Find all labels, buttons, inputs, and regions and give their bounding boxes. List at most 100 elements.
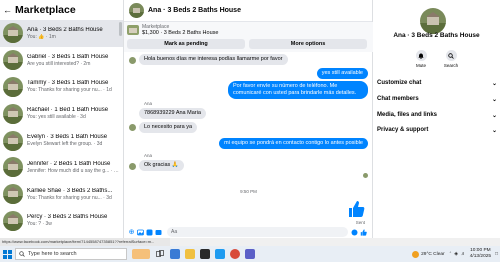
sidebar-title: Marketplace: [15, 4, 76, 16]
thumbs-up-icon: [347, 200, 365, 218]
message-bubble-incoming: Lo necesito para ya: [139, 122, 198, 133]
chevron-down-icon: ⌄: [491, 80, 497, 87]
back-arrow-icon[interactable]: ←: [3, 5, 12, 15]
conversation-snippet: You: Thanks for sharing your nu... · 1d: [27, 87, 112, 94]
conversation-snippet: You: yes still available · 3d: [27, 114, 86, 121]
section-label: Customize chat: [377, 80, 422, 86]
conversation-text: Tammy · 3 Beds 1 Bath House You: Thanks f…: [27, 80, 119, 93]
status-url: https://www.facebook.com/marketplace/ite…: [0, 238, 170, 246]
search-icon: [445, 50, 457, 61]
conversation-list: Ana · 3 Beds 2 Baths House You: 👍 · 1m Gab…: [0, 20, 123, 261]
conversation-snippet: Evelyn Stewart left the group. · 3d: [27, 141, 103, 148]
conversation-sidebar: ← Marketplace Ana · 3 Beds 2 Baths House…: [0, 0, 124, 258]
conversation-avatar: [3, 103, 23, 124]
listing-thumbnail[interactable]: [127, 25, 139, 35]
plus-circle-icon[interactable]: ⊕: [128, 229, 135, 236]
chrome-icon[interactable]: [230, 249, 240, 259]
conversation-item[interactable]: Gabriel · 3 Beds 1 Bath House Are you sti…: [0, 47, 123, 74]
section-customize-chat[interactable]: Customize chat ⌄: [377, 77, 497, 89]
weather-text[interactable]: 29°C Clear: [421, 252, 445, 257]
conversation-item[interactable]: Karliee Shae · 3 Beds 2 Baths... You: Tha…: [0, 181, 123, 208]
windows-start-icon[interactable]: [0, 247, 14, 261]
taskbar-search-input[interactable]: Type here to search: [15, 248, 127, 260]
conversation-item[interactable]: Tammy · 3 Beds 1 Bath House You: Thanks f…: [0, 74, 123, 101]
seen-label: Sent: [355, 220, 365, 225]
section-privacy-support[interactable]: Privacy & support ⌄: [377, 124, 497, 136]
mute-button[interactable]: Mute: [409, 50, 433, 68]
message-input[interactable]: Aa: [167, 227, 348, 237]
sticker-icon[interactable]: [146, 229, 153, 236]
contact-name: Ana · 3 Beds 2 Baths House: [393, 32, 480, 39]
edge-icon[interactable]: [170, 249, 180, 259]
search-in-chat-button[interactable]: Search: [439, 50, 463, 68]
conversation-item[interactable]: Percy · 3 Beds 2 Baths House You: ? · 3w: [0, 208, 123, 235]
volume-icon[interactable]: ♬: [461, 252, 466, 257]
conversation-avatar: [3, 50, 23, 71]
conversation-text: Rachael · 1 Bed 1 Bath House You: yes sti…: [27, 107, 119, 120]
conversation-item[interactable]: Jennifer · 2 Beds 1 Bath House Jennifer: …: [0, 154, 123, 181]
message-list: Hola buenos días me interesa podías llam…: [124, 54, 373, 225]
conversation-item[interactable]: Rachael · 1 Bed 1 Bath House You: yes sti…: [0, 100, 123, 127]
section-label: Media, files and links: [377, 112, 438, 118]
teams-icon[interactable]: [245, 249, 255, 259]
more-options-button[interactable]: More options: [249, 39, 367, 49]
conversation-avatar: [3, 130, 23, 151]
bread-news-icon[interactable]: [132, 249, 150, 259]
section-label: Privacy & support: [377, 127, 429, 133]
like-button-icon[interactable]: [360, 228, 367, 236]
sidebar-scrollbar[interactable]: [119, 22, 122, 36]
contact-avatar[interactable]: [420, 8, 446, 34]
notification-icon[interactable]: □: [495, 252, 498, 257]
windows-taskbar: Type here to search 29°C Clear ˆ ◈ ♬ 10:…: [0, 246, 500, 262]
composer-bar: ⊕ Aa: [124, 226, 373, 238]
message-bubble-incoming: 7868939229 Ana Maria: [139, 108, 206, 119]
conversation-item[interactable]: Evelyn · 3 Beds 1 Bath House Evelyn Stewa…: [0, 127, 123, 154]
seen-indicator-avatar: [363, 173, 368, 178]
mail-icon[interactable]: [215, 249, 225, 259]
taskbar-search-placeholder: Type here to search: [28, 251, 77, 257]
listing-price: $1,300 · 3 Beds 2 Baths House: [142, 30, 219, 36]
gif-icon[interactable]: [155, 229, 162, 236]
section-chat-members[interactable]: Chat members ⌄: [377, 93, 497, 105]
conversation-avatar: [3, 76, 23, 97]
section-media-files-links[interactable]: Media, files and links ⌄: [377, 109, 497, 121]
store-icon[interactable]: [200, 249, 210, 259]
message-bubble-outgoing: Por favor envíe su número de teléfono. M…: [228, 81, 368, 99]
message-bubble-outgoing: yes still available: [316, 68, 368, 79]
taskbar-clock[interactable]: 10:00 PM 4/13/2025: [470, 248, 491, 260]
conversation-snippet: Jennifer: How much did u say the g... · …: [27, 167, 119, 174]
conversation-avatar: [3, 23, 23, 44]
chevron-down-icon: ⌄: [491, 127, 497, 134]
conversation-snippet: Are you still interested? · 2m: [27, 60, 91, 67]
conversation-avatar: [3, 157, 23, 178]
chat-info-panel: Ana · 3 Beds 2 Baths House Mute Search C…: [373, 0, 500, 238]
network-icon[interactable]: ◈: [454, 252, 458, 257]
file-explorer-icon[interactable]: [185, 249, 195, 259]
conversation-name: Karliee Shae · 3 Beds 2 Baths...: [27, 187, 113, 194]
conversation-text: Evelyn · 3 Beds 1 Bath House Evelyn Stewa…: [27, 134, 119, 147]
search-icon: [19, 251, 25, 257]
weather-sun-icon: [412, 250, 420, 258]
conversation-name: Rachael · 1 Bed 1 Bath House: [27, 107, 109, 114]
sender-name: Ana: [144, 101, 153, 106]
mark-pending-button[interactable]: Mark as pending: [127, 39, 245, 49]
conversation-name: Gabriel · 3 Beds 1 Bath House: [27, 53, 109, 60]
sender-avatar: [129, 124, 136, 131]
chat-title[interactable]: Ana · 3 Beds 2 Baths House: [148, 7, 241, 14]
chat-avatar[interactable]: [129, 3, 144, 18]
search-label: Search: [443, 63, 459, 68]
conversation-text: Percy · 3 Beds 2 Baths House You: ? · 3w: [27, 214, 119, 227]
conversation-item[interactable]: Ana · 3 Beds 2 Baths House You: 👍 · 1m: [0, 20, 123, 47]
image-icon[interactable]: [137, 229, 144, 236]
bell-icon: [415, 50, 427, 61]
conversation-text: Karliee Shae · 3 Beds 2 Baths... You: Tha…: [27, 188, 119, 201]
chevron-up-icon[interactable]: ˆ: [450, 252, 452, 257]
sender-name: Ana: [144, 153, 153, 158]
message-bubble-incoming: Hola buenos días me interesa podías llam…: [139, 54, 288, 65]
task-view-icon[interactable]: [155, 249, 165, 259]
conversation-name: Ana · 3 Beds 2 Baths House: [27, 26, 103, 33]
conversation-name: Tammy · 3 Beds 1 Bath House: [27, 80, 109, 87]
message-bubble-incoming: Ok gracias 🙏: [139, 160, 184, 171]
emoji-icon[interactable]: [351, 229, 358, 236]
chat-panel: Ana · 3 Beds 2 Baths House Marketplace $…: [124, 0, 373, 238]
